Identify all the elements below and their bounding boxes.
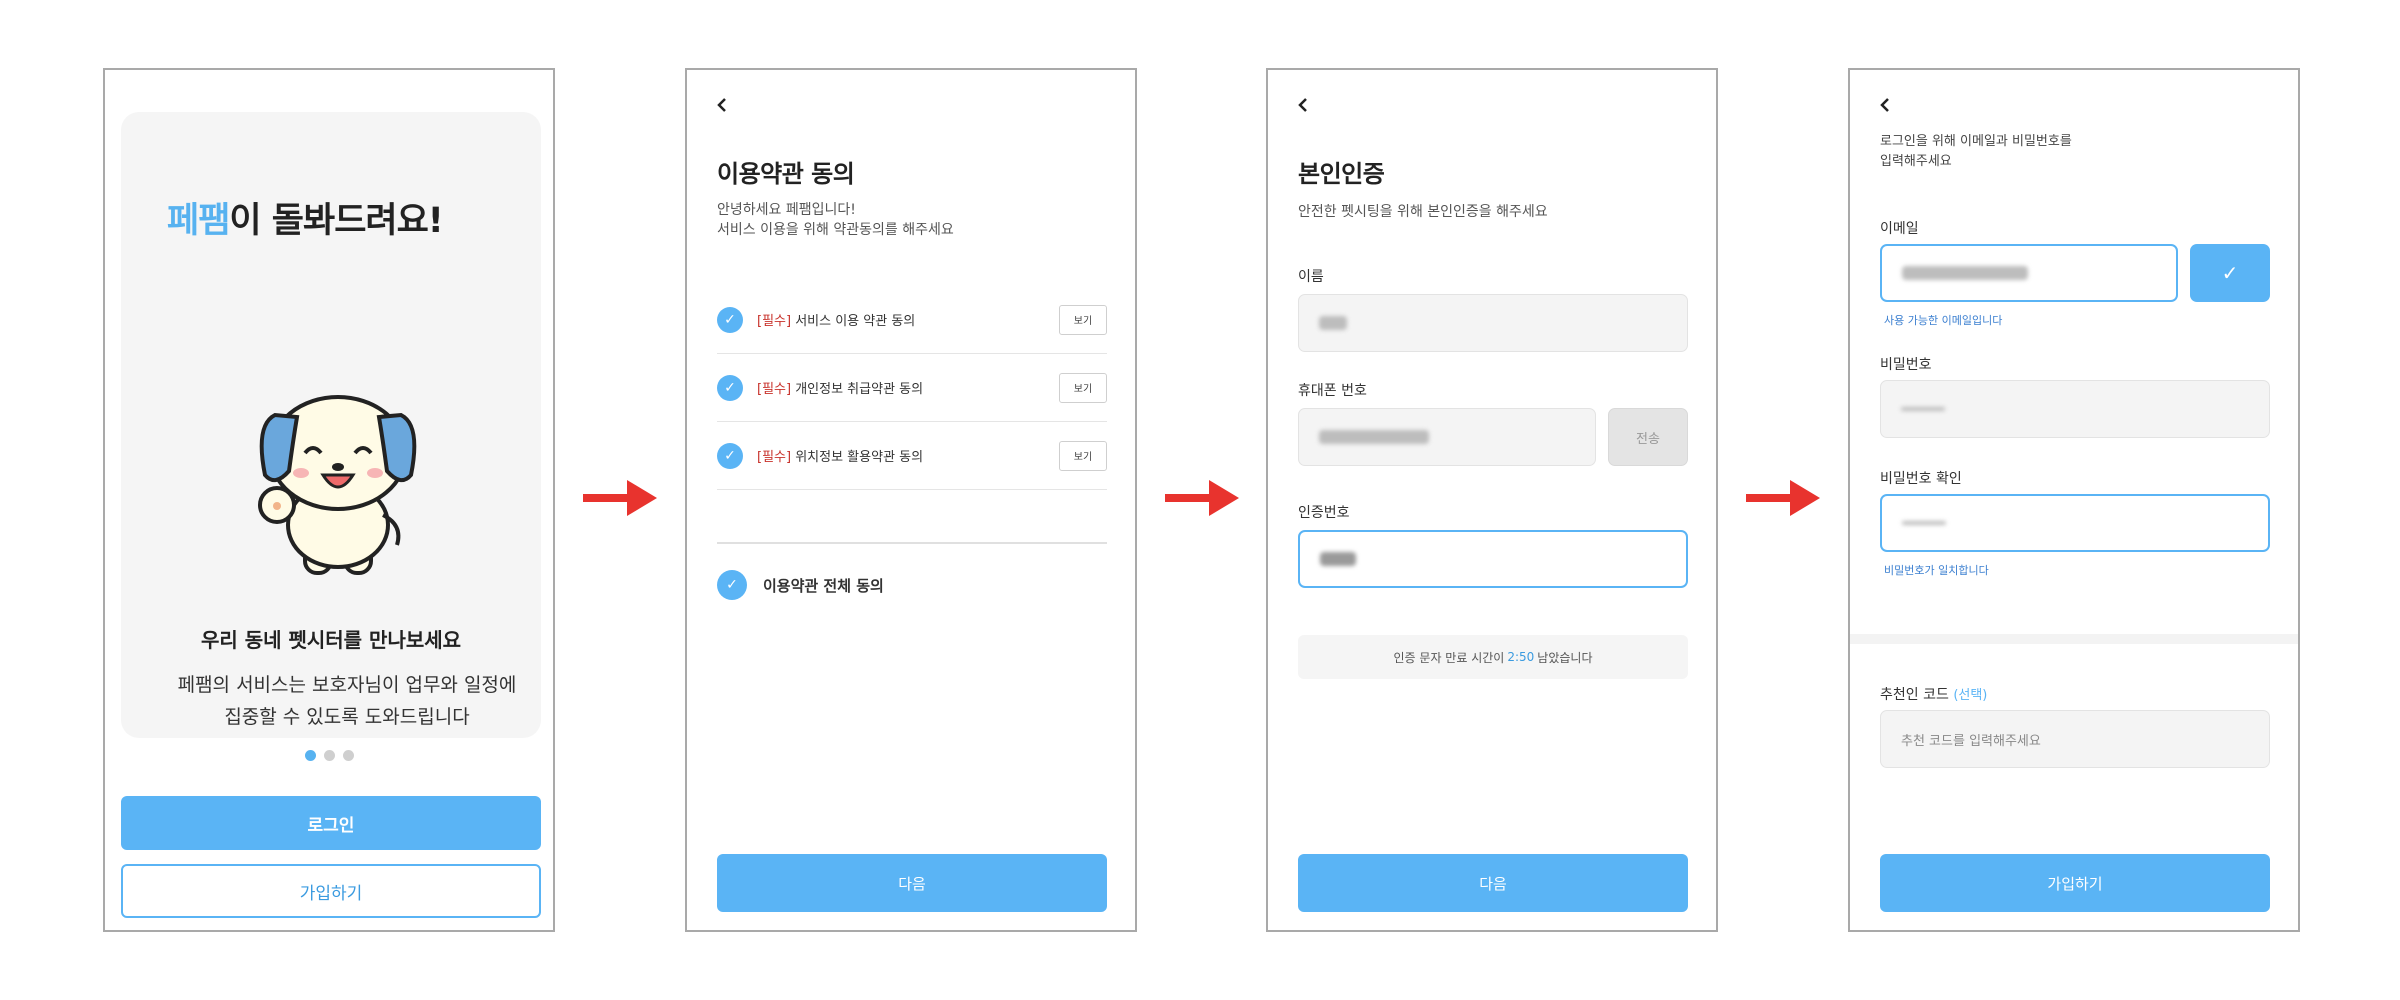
signup-submit-button[interactable]: 가입하기 <box>1880 854 2270 912</box>
term-text: 서비스 이용 약관 동의 <box>791 314 916 329</box>
redacted-value <box>1902 266 2028 280</box>
back-button[interactable] <box>1874 94 1896 116</box>
flow-arrow-icon <box>1746 480 1820 516</box>
optional-tag: (선택) <box>1953 688 1988 703</box>
referral-code-field[interactable]: 추천 코드를 입력해주세요 <box>1880 710 2270 768</box>
account-signup-screen: 로그인을 위해 이메일과 비밀번호를 입력해주세요 이메일 ✓ 사용 가능한 이… <box>1848 68 2300 932</box>
name-field[interactable] <box>1298 294 1688 352</box>
term-text: 위치정보 활용약관 동의 <box>791 450 924 465</box>
timer-suffix: 남았습니다 <box>1537 650 1593 665</box>
email-helper-text: 사용 가능한 이메일입니다 <box>1884 314 2003 327</box>
page-dot[interactable] <box>323 750 335 761</box>
code-label: 인증번호 <box>1298 505 1350 521</box>
term-label: [필수] 개인정보 취급약관 동의 <box>757 378 1059 397</box>
phone-label: 휴대폰 번호 <box>1298 383 1367 399</box>
page-title: 본인인증 <box>1298 160 1385 188</box>
checkbox-checked-icon[interactable]: ✓ <box>717 570 747 600</box>
password-field[interactable] <box>1880 380 2270 438</box>
redacted-value <box>1319 430 1429 444</box>
onboarding-subtitle: 우리 동네 펫시터를 만나보세요 <box>200 628 462 652</box>
login-button[interactable]: 로그인 <box>121 796 541 850</box>
section-divider <box>1850 634 2298 644</box>
referral-label: 추천인 코드 (선택) <box>1880 684 1987 704</box>
terms-agreement-screen: 이용약관 동의 안녕하세요 페팸입니다! 서비스 이용을 위해 약관동의를 해주… <box>685 68 1137 932</box>
phone-field[interactable] <box>1298 408 1596 466</box>
masked-value <box>1902 521 1946 525</box>
next-button[interactable]: 다음 <box>717 854 1107 912</box>
referral-label-text: 추천인 코드 <box>1880 687 1949 703</box>
chevron-left-icon <box>1298 98 1307 112</box>
chevron-left-icon <box>1880 98 1889 112</box>
signup-button[interactable]: 가입하기 <box>121 864 541 918</box>
required-tag: [필수] <box>757 382 792 397</box>
redacted-value <box>1319 316 1347 330</box>
timer-notice: 인증 문자 만료 시간이 2:50 남았습니다 <box>1298 635 1688 679</box>
view-terms-button[interactable]: 보기 <box>1059 304 1107 335</box>
email-label: 이메일 <box>1880 221 1919 237</box>
page-dot-active[interactable] <box>304 750 316 761</box>
view-terms-button[interactable]: 보기 <box>1059 372 1107 403</box>
email-field[interactable] <box>1880 244 2178 302</box>
description-line: 페팸의 서비스는 보호자님이 업무와 일정에 <box>177 674 517 696</box>
masked-value <box>1901 407 1945 411</box>
timer-prefix: 인증 문자 만료 시간이 <box>1393 650 1505 665</box>
checkbox-checked-icon[interactable]: ✓ <box>717 442 743 469</box>
divider <box>717 542 1107 544</box>
title-text: 이 돌봐드려요! <box>229 201 443 241</box>
flow-arrow-icon <box>583 480 657 516</box>
flow-arrow-icon <box>1165 480 1239 516</box>
page-dot[interactable] <box>342 750 354 761</box>
password-confirm-field[interactable] <box>1880 494 2270 552</box>
send-code-button[interactable]: 전송 <box>1608 408 1688 466</box>
page-intro: 로그인을 위해 이메일과 비밀번호를 입력해주세요 <box>1880 132 2072 172</box>
onboarding-card: 페팸이 돌봐드려요! 우리 동네 펫시터를 만나보세요 페팸의 서비스는 보호자… <box>121 112 541 738</box>
agree-all-row[interactable]: ✓ 이용약관 전체 동의 <box>717 570 884 600</box>
password-confirm-label: 비밀번호 확인 <box>1880 471 1962 487</box>
required-tag: [필수] <box>757 450 792 465</box>
brand-name: 페팸 <box>167 201 230 241</box>
email-check-button[interactable]: ✓ <box>2190 244 2270 302</box>
term-row-location: ✓ [필수] 위치정보 활용약관 동의 보기 <box>717 422 1107 490</box>
term-row-service: ✓ [필수] 서비스 이용 약관 동의 보기 <box>717 286 1107 354</box>
page-indicator <box>105 750 553 761</box>
checkbox-checked-icon[interactable]: ✓ <box>717 374 743 401</box>
intro-line: 입력해주세요 <box>1880 154 1952 169</box>
view-terms-button[interactable]: 보기 <box>1059 440 1107 471</box>
identity-verification-screen: 본인인증 안전한 펫시팅을 위해 본인인증을 해주세요 이름 휴대폰 번호 전송… <box>1266 68 1718 932</box>
term-text: 개인정보 취급약관 동의 <box>791 382 924 397</box>
onboarding-title: 페팸이 돌봐드려요! <box>167 192 444 243</box>
back-button[interactable] <box>711 94 733 116</box>
required-tag: [필수] <box>757 314 792 329</box>
verification-code-field[interactable] <box>1298 530 1688 588</box>
onboarding-screen: 페팸이 돌봐드려요! 우리 동네 펫시터를 만나보세요 페팸의 서비스는 보호자… <box>103 68 555 932</box>
timer-value: 2:50 <box>1507 650 1535 664</box>
redacted-value <box>1320 552 1356 566</box>
password-label: 비밀번호 <box>1880 357 1932 373</box>
onboarding-description: 페팸의 서비스는 보호자님이 업무와 일정에 집중할 수 있도록 도와드립니다 <box>161 669 533 733</box>
next-button[interactable]: 다음 <box>1298 854 1688 912</box>
page-title: 이용약관 동의 <box>717 160 855 188</box>
description-line: 안녕하세요 페팸입니다! <box>717 202 856 218</box>
page-description: 안녕하세요 페팸입니다! 서비스 이용을 위해 약관동의를 해주세요 <box>717 200 954 240</box>
term-row-privacy: ✓ [필수] 개인정보 취급약관 동의 보기 <box>717 354 1107 422</box>
page-description: 안전한 펫시팅을 위해 본인인증을 해주세요 <box>1298 204 1548 220</box>
term-label: [필수] 위치정보 활용약관 동의 <box>757 446 1059 465</box>
password-helper-text: 비밀번호가 일치합니다 <box>1884 564 1989 577</box>
agree-all-label: 이용약관 전체 동의 <box>763 576 884 595</box>
description-line: 집중할 수 있도록 도와드립니다 <box>224 706 470 728</box>
intro-line: 로그인을 위해 이메일과 비밀번호를 <box>1880 134 2072 149</box>
term-label: [필수] 서비스 이용 약관 동의 <box>757 310 1059 329</box>
checkbox-checked-icon[interactable]: ✓ <box>717 306 743 333</box>
name-label: 이름 <box>1298 269 1324 285</box>
chevron-left-icon <box>717 98 726 112</box>
description-line: 서비스 이용을 위해 약관동의를 해주세요 <box>717 222 954 238</box>
dog-mascot-illustration <box>258 395 417 575</box>
back-button[interactable] <box>1292 94 1314 116</box>
